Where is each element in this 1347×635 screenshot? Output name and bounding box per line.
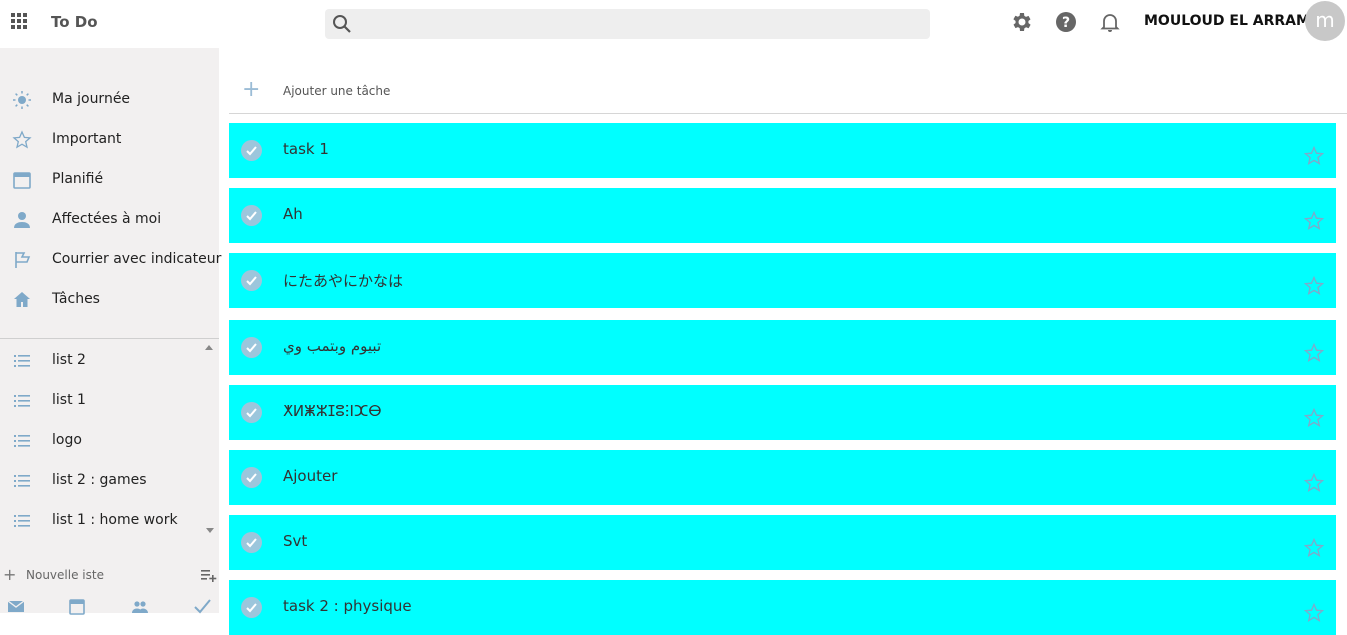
search-input[interactable] [359,9,923,41]
sidebar-item-label: list 2 : games [52,472,147,488]
sun-icon [13,91,31,109]
checkmark-circle-icon[interactable] [241,467,262,488]
people-icon[interactable] [131,597,149,615]
add-task-label: Ajouter une tâche [283,84,391,98]
plus-icon: + [3,565,17,584]
star-icon[interactable] [1304,343,1324,363]
calendar-icon[interactable] [68,597,86,615]
task-title: Ajouter [283,467,338,485]
app-title[interactable]: To Do [51,13,98,31]
task-row[interactable]: Svt [229,515,1336,570]
task-title: تبيوم وبتمب وي [283,337,382,355]
sidebar-item-important[interactable]: Important [0,120,219,160]
task-title: task 1 [283,140,329,158]
plus-icon: + [242,77,261,102]
sidebar-item-label: Planifié [52,171,104,187]
add-group-icon[interactable] [200,567,218,583]
flag-icon [15,252,31,268]
waffle-icon[interactable] [11,13,27,29]
checkmark-circle-icon[interactable] [241,402,262,423]
scroll-down-arrow-icon[interactable] [206,528,214,533]
sidebar-divider [0,338,219,339]
task-row[interactable]: にたあやにかなは [229,253,1336,308]
checkmark-icon[interactable] [193,597,211,615]
sidebar-list-item[interactable]: list 1 : home work [0,501,219,541]
task-title: Svt [283,532,308,550]
list-icon [14,515,30,527]
checkmark-circle-icon[interactable] [241,270,262,291]
svg-text:?: ? [1062,15,1070,31]
avatar[interactable]: m [1305,1,1345,41]
calendar-icon [13,172,31,189]
list-icon [14,395,30,407]
task-title: ⵅⵍⵥⵣⵊⵓⵗⵏⵋⴱ [283,402,382,420]
new-list-label: Nouvelle iste [26,568,104,582]
person-icon [14,212,30,228]
help-icon[interactable]: ? [1054,10,1078,34]
task-row[interactable]: تبيوم وبتمب وي [229,320,1336,375]
sidebar-item-tasks[interactable]: Tâches [0,280,219,320]
star-icon[interactable] [1304,276,1324,296]
list-icon [14,355,30,367]
list-icon [14,475,30,487]
task-title: にたあやにかなは [283,272,404,290]
star-icon [12,130,32,149]
sidebar-item-label: Ma journée [52,91,131,107]
sidebar-list-item[interactable]: list 2 [0,341,219,381]
star-icon[interactable] [1304,408,1324,428]
checkmark-circle-icon[interactable] [241,532,262,553]
sidebar-item-my-day[interactable]: Ma journée [0,80,219,120]
search-box[interactable] [325,9,930,41]
sidebar-list-item[interactable]: list 2 : games [0,461,219,501]
task-row[interactable]: Ajouter [229,450,1336,505]
checkmark-circle-icon[interactable] [241,597,262,618]
star-icon[interactable] [1304,211,1324,231]
sidebar-item-label: list 1 : home work [52,512,178,528]
home-icon [14,292,30,307]
task-title: Ah [283,205,303,223]
sidebar-item-label: logo [52,432,82,448]
top-bar: To Do ? MOULOUD EL ARRAM m [0,0,1347,48]
sidebar-item-label: Important [52,131,122,147]
star-icon[interactable] [1304,473,1324,493]
sidebar-item-label: list 2 [52,352,86,368]
star-icon[interactable] [1304,538,1324,558]
bell-icon[interactable] [1098,10,1122,34]
sidebar-item-label: Tâches [52,291,100,307]
sidebar-item-label: list 1 [52,392,86,408]
sidebar-item-assigned[interactable]: Affectées à moi [0,200,219,240]
task-title: task 2 : physique [283,597,412,615]
list-icon [14,435,30,447]
star-icon[interactable] [1304,603,1324,623]
checkmark-circle-icon[interactable] [241,337,262,358]
checkmark-circle-icon[interactable] [241,205,262,226]
gear-icon[interactable] [1010,10,1034,34]
add-task-row[interactable]: + Ajouter une tâche [229,70,1347,114]
sidebar-item-label: Affectées à moi [52,211,162,227]
sidebar-item-label: Courrier avec indicateur [52,251,222,267]
sidebar: Ma journée Important Planifié Affectées … [0,48,222,615]
task-row[interactable]: task 2 : physique [229,580,1336,635]
task-row[interactable]: ⵅⵍⵥⵣⵊⵓⵗⵏⵋⴱ [229,385,1336,440]
sidebar-item-planned[interactable]: Planifié [0,160,219,200]
mail-icon[interactable] [7,597,25,615]
user-name[interactable]: MOULOUD EL ARRAM [1144,13,1310,29]
sidebar-item-flagged-mail[interactable]: Courrier avec indicateur [0,240,222,280]
task-row[interactable]: task 1 [229,123,1336,178]
search-icon[interactable] [332,14,352,34]
sidebar-list-item[interactable]: logo [0,421,219,461]
checkmark-circle-icon[interactable] [241,140,262,161]
sidebar-list-item[interactable]: list 1 [0,381,219,421]
task-row[interactable]: Ah [229,188,1336,243]
new-list-button[interactable]: + Nouvelle iste [0,564,219,586]
star-icon[interactable] [1304,146,1324,166]
